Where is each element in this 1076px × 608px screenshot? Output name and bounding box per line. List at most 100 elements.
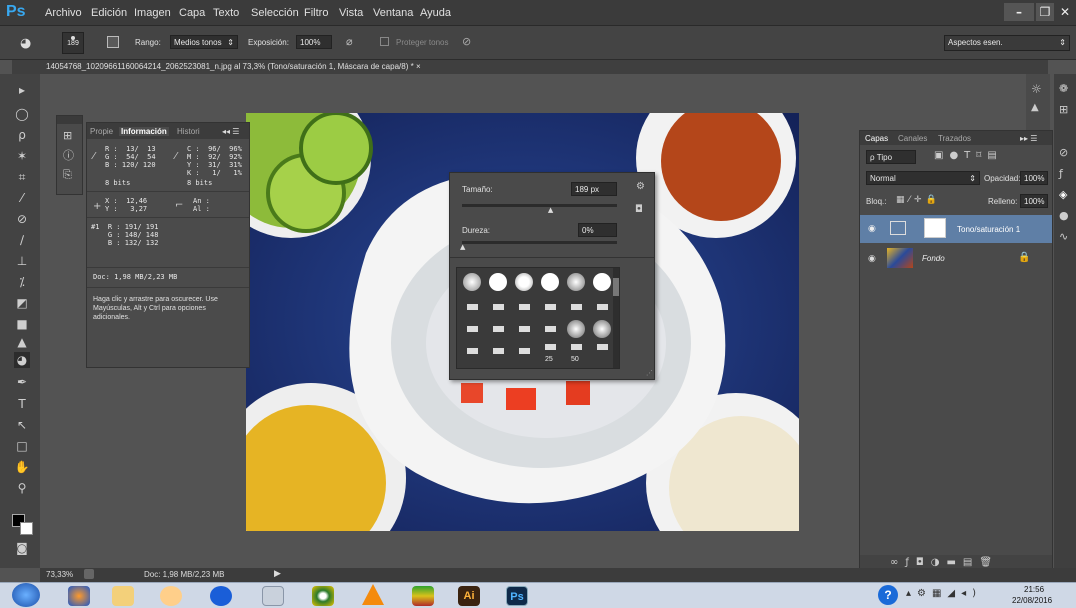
new-preset-icon[interactable]: ◘ <box>635 204 643 215</box>
brush-preset[interactable] <box>519 348 530 354</box>
brush-preset[interactable] <box>567 320 585 338</box>
clock-date[interactable]: 22/08/2016 <box>1012 596 1052 605</box>
tray-icons[interactable]: ▴⚙▦◢◂) <box>906 588 982 599</box>
range-select[interactable]: Medios tonos ⇕ <box>170 35 238 49</box>
hardness-slider-track[interactable] <box>462 241 617 244</box>
airbrush-icon[interactable]: ⌀ <box>346 35 353 48</box>
tab-history[interactable]: Histori <box>177 127 200 136</box>
brush-preset[interactable] <box>489 273 507 291</box>
menu-imagen[interactable]: Imagen <box>134 7 171 19</box>
brush-preset[interactable] <box>597 344 608 350</box>
tab-properties[interactable]: Propie <box>90 127 113 136</box>
menu-ayuda[interactable]: Ayuda <box>420 7 451 19</box>
quick-select-tool-icon[interactable]: ✶ <box>14 148 30 164</box>
photoshop-taskbar-icon[interactable]: Ps <box>506 586 528 606</box>
color-icon[interactable]: ❁ <box>1059 82 1076 95</box>
brush-preset[interactable] <box>467 326 478 332</box>
menu-vista[interactable]: Vista <box>339 7 363 19</box>
size-slider-track[interactable] <box>462 204 617 207</box>
layer-row-background[interactable]: ◉ Fondo 🔒 <box>860 245 1052 273</box>
menu-filtro[interactable]: Filtro <box>304 7 328 19</box>
styles-icon[interactable]: ⊘ <box>1059 146 1076 159</box>
close-tab-icon[interactable]: × <box>416 62 421 71</box>
stamp-tool-icon[interactable]: ⊥ <box>14 253 30 269</box>
brush-preset-picker[interactable]: 189 <box>62 32 84 54</box>
gradient-tool-icon[interactable]: ■ <box>14 316 30 332</box>
menu-archivo[interactable]: Archivo <box>45 7 82 19</box>
brush-preset[interactable] <box>597 304 608 310</box>
help-icon[interactable]: ? <box>878 585 898 605</box>
gear-icon[interactable]: ⚙ <box>636 181 645 192</box>
brush-preset[interactable] <box>467 348 478 354</box>
illustrator-icon[interactable]: Ai <box>458 586 480 606</box>
firefox-icon[interactable] <box>68 586 90 606</box>
blend-mode-select[interactable]: Normal ⇕ <box>866 171 980 185</box>
histogram-icon[interactable]: ⊞ <box>63 129 82 142</box>
type-tool-icon[interactable]: T <box>14 396 30 412</box>
stack-app-icon[interactable] <box>412 586 434 606</box>
tab-paths[interactable]: Trazados <box>938 134 971 143</box>
pressure-icon[interactable]: ⊘ <box>462 35 471 48</box>
visibility-eye-icon[interactable]: ◉ <box>868 254 876 264</box>
hardness-field[interactable]: 0% <box>578 223 617 237</box>
size-slider-thumb[interactable]: ▲ <box>548 206 553 214</box>
hardness-slider-thumb[interactable]: ▲ <box>460 243 465 251</box>
layer-action-icons[interactable]: ∞ƒ◘◑▬▤🗑 <box>890 557 999 568</box>
start-button-icon[interactable] <box>12 583 40 607</box>
brush-preset[interactable] <box>519 326 530 332</box>
menu-edicion[interactable]: Edición <box>91 7 127 19</box>
tab-channels[interactable]: Canales <box>898 134 927 143</box>
shape-tool-icon[interactable]: □ <box>14 438 30 454</box>
opacity-field[interactable]: 100% <box>1020 171 1048 185</box>
lock-icons[interactable]: ▦⁄✛🔒 <box>896 195 941 205</box>
path-select-tool-icon[interactable]: ↖ <box>14 417 30 433</box>
healing-tool-icon[interactable]: ⊘ <box>14 211 30 227</box>
visibility-eye-icon[interactable]: ◉ <box>868 224 876 234</box>
background-color[interactable] <box>20 522 33 535</box>
layer-mask-thumbnail[interactable] <box>924 218 946 238</box>
resize-grip-icon[interactable]: ⋰ <box>646 369 653 377</box>
layers-icon[interactable]: ◈ <box>1059 188 1076 201</box>
eyedropper-tool-icon[interactable]: ⁄ <box>14 190 30 206</box>
brush-preset-grid[interactable]: 25 50 <box>456 267 620 369</box>
brush-preset[interactable] <box>467 304 478 310</box>
burn-tool-icon[interactable]: ◕ <box>20 36 31 51</box>
brush-preset[interactable] <box>541 273 559 291</box>
scrollbar-thumb[interactable] <box>613 278 619 296</box>
channels-icon[interactable]: ● <box>1059 209 1076 222</box>
status-menu-arrow-icon[interactable]: ▶ <box>274 569 281 579</box>
panel-menu-icon[interactable]: ◂◂ ☰ <box>222 127 239 136</box>
swatches-icon[interactable]: ⊞ <box>1059 103 1076 116</box>
layer-row-hue-saturation[interactable]: ◉ Tono/saturación 1 <box>860 215 1052 243</box>
document-tab[interactable]: 14054768_10209661160064214_2062523081_n.… <box>46 60 421 71</box>
brush-preset[interactable] <box>463 273 481 291</box>
fill-field[interactable]: 100% <box>1020 194 1048 208</box>
export-icon[interactable] <box>84 569 94 579</box>
workspace-select[interactable]: Aspectos esen. ⇕ <box>944 35 1070 51</box>
adjustments-icon[interactable]: ☼ <box>1031 82 1050 96</box>
brush-preset[interactable] <box>493 326 504 332</box>
brush-preset[interactable] <box>519 304 530 310</box>
zoom-level[interactable]: 73,33% <box>46 570 73 579</box>
exposure-field[interactable]: 100% <box>296 35 332 49</box>
scrollbar[interactable] <box>613 268 619 368</box>
blur-tool-icon[interactable]: ▲ <box>14 334 30 350</box>
history-brush-tool-icon[interactable]: ⁒ <box>14 274 30 290</box>
histogram-icon[interactable]: ▲ <box>1031 102 1050 113</box>
brush-panel-icon[interactable] <box>107 36 119 48</box>
hand-app-icon[interactable] <box>160 586 182 606</box>
clock-time[interactable]: 21:56 <box>1024 585 1044 594</box>
crop-tool-icon[interactable]: ⌗ <box>14 169 30 185</box>
pen-tool-icon[interactable]: ✒ <box>14 374 30 390</box>
panel-header[interactable] <box>57 116 82 124</box>
history-icon[interactable]: ⎘ <box>63 168 82 182</box>
vlc-icon[interactable] <box>362 584 384 605</box>
power-app-icon[interactable] <box>210 586 232 606</box>
zoom-tool-icon[interactable]: ⚲ <box>14 480 30 496</box>
brush-preset[interactable] <box>493 304 504 310</box>
file-explorer-icon[interactable] <box>112 586 134 606</box>
lasso-tool-icon[interactable]: ρ <box>14 127 30 143</box>
minimize-button[interactable]: – <box>1004 3 1034 21</box>
filter-icons[interactable]: ▣●T⌑▤ <box>934 150 1003 161</box>
paths-icon[interactable]: ∿ <box>1059 230 1076 243</box>
